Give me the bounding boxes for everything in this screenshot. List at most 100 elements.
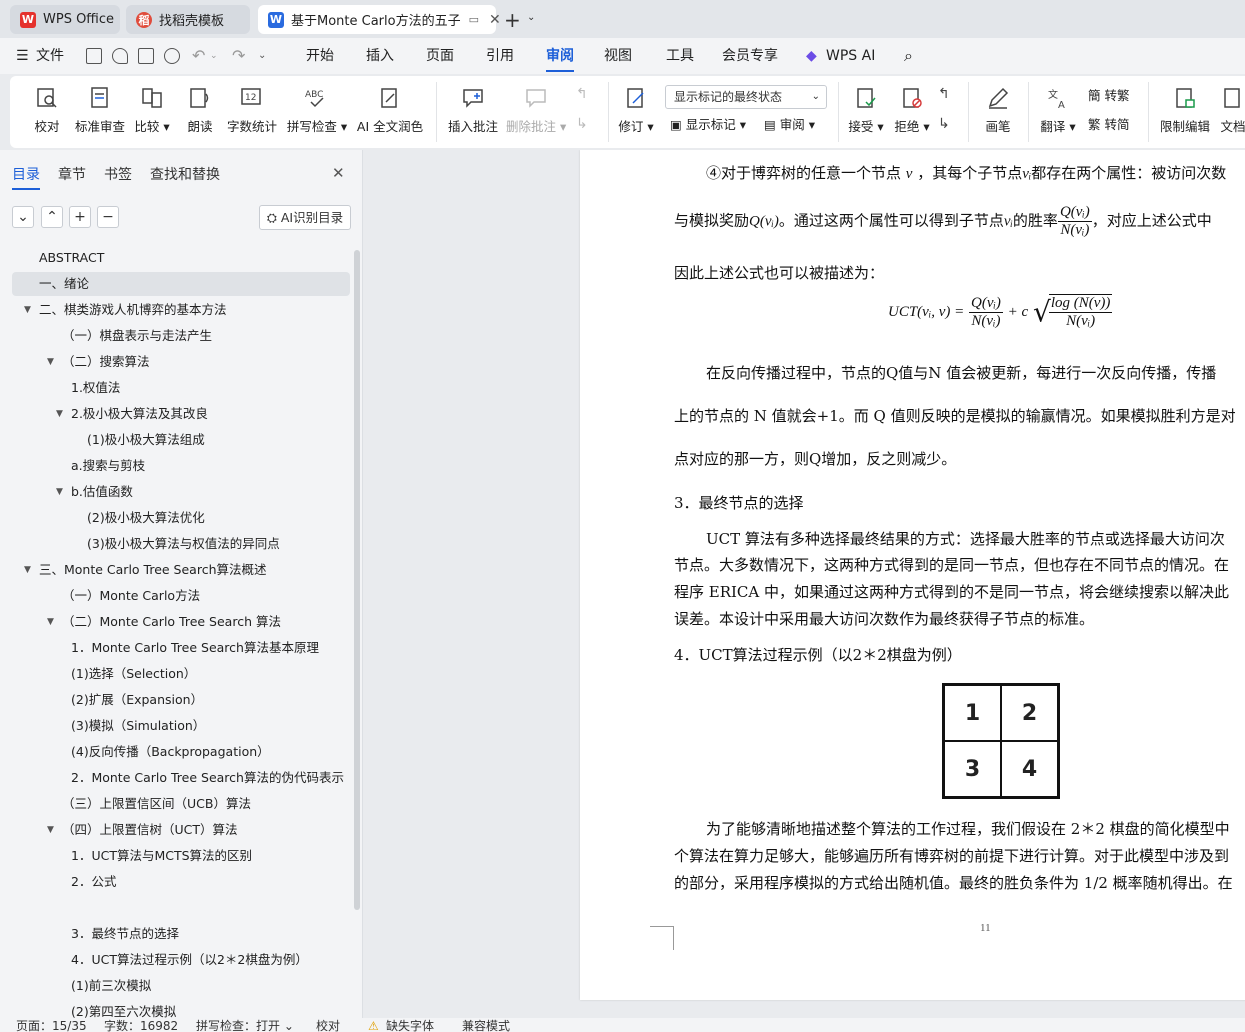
page-indicator[interactable]: 页面：15/35 <box>16 1019 87 1032</box>
toc-item[interactable]: ▼ 二、棋类游戏人机博弈的基本方法 <box>12 298 350 322</box>
markup-state-select[interactable]: 显示标记的最终状态 ⌄ <box>665 85 827 109</box>
panel-tab-sections[interactable]: 章节 <box>58 164 86 184</box>
toc-expand-arrow-icon[interactable]: ▼ <box>47 350 59 374</box>
toc-item[interactable]: a.搜索与剪枝 <box>12 454 350 478</box>
collapse-button[interactable]: ⌄ <box>12 206 34 228</box>
toc-item[interactable]: (3)模拟（Simulation） <box>12 714 350 738</box>
panel-tab-bookmarks[interactable]: 书签 <box>104 164 132 184</box>
document-page[interactable]: ④对于博弈树的任意一个节点 v ，其每个子节点vᵢ都存在两个属性：被访问次数 与… <box>580 150 1245 1000</box>
toc-expand-arrow-icon[interactable]: ▼ <box>47 610 59 634</box>
toc-item[interactable]: ▼ 三、Monte Carlo Tree Search算法概述 <box>12 558 350 582</box>
missing-font-status[interactable]: 缺失字体 <box>386 1019 434 1032</box>
toc-item[interactable]: （三）上限置信区间（UCB）算法 <box>12 792 350 816</box>
pen-button[interactable]: 画笔 <box>978 76 1018 148</box>
menu-tools[interactable]: 工具 <box>666 38 694 74</box>
menu-references[interactable]: 引用 <box>486 38 514 74</box>
toc-item[interactable]: 2．公式 <box>12 870 350 894</box>
menu-page[interactable]: 页面 <box>426 38 454 74</box>
menu-review[interactable]: 审阅 <box>546 38 574 74</box>
tab-template[interactable]: 稻 找稻壳模板 <box>126 5 250 34</box>
toc-item[interactable]: 2．Monte Carlo Tree Search算法的伪代码表示 <box>12 766 350 790</box>
new-tab-icon[interactable]: + <box>504 8 521 32</box>
save-icon[interactable] <box>86 48 102 64</box>
expand-button[interactable]: ⌃ <box>41 206 63 228</box>
export-icon[interactable] <box>112 48 128 64</box>
show-markup-button[interactable]: ▣ 显示标记 ▾ <box>670 114 746 136</box>
tab-document[interactable]: W 基于Monte Carlo方法的五子 ▭ ✕ <box>258 5 501 34</box>
to-simplified-button[interactable]: 繁 转简 <box>1088 114 1130 136</box>
toc-item[interactable]: ABSTRACT <box>12 246 350 270</box>
menu-wps-ai[interactable]: WPS AI <box>826 38 875 74</box>
proof-status[interactable]: 校对 <box>316 1019 340 1032</box>
tab-wps-office[interactable]: W WPS Office <box>10 5 120 34</box>
document-button[interactable]: 文档 <box>1218 76 1245 148</box>
toc-item[interactable]: (1)极小极大算法组成 <box>12 428 350 452</box>
toc-item[interactable]: （一）棋盘表示与走法产生 <box>12 324 350 348</box>
restrict-edit-button[interactable]: 限制编辑 <box>1156 76 1214 148</box>
redo-icon[interactable]: ↷ <box>232 38 245 74</box>
panel-tab-find-replace[interactable]: 查找和替换 <box>150 164 220 184</box>
insert-comment-button[interactable]: 插入批注 <box>446 76 500 148</box>
ai-proof-button[interactable]: AI 全文润色 <box>356 76 424 148</box>
previous-change-icon[interactable]: ↰ <box>938 86 950 102</box>
previous-comment-icon[interactable]: ↰ <box>576 86 588 102</box>
toc-item[interactable]: ▼ （二）搜索算法 <box>12 350 350 374</box>
close-panel-icon[interactable]: ✕ <box>332 164 345 182</box>
toc-item[interactable]: （一）Monte Carlo方法 <box>12 584 350 608</box>
spell-check-button[interactable]: ABC 拼写检查 ▾ <box>286 76 348 148</box>
search-icon[interactable]: ⌕ <box>904 38 913 74</box>
close-tab-icon[interactable]: ✕ <box>489 12 501 28</box>
toc-item[interactable]: (3)极小极大算法与权值法的异同点 <box>12 532 350 556</box>
print-icon[interactable] <box>138 48 154 64</box>
undo-icon[interactable]: ↶ <box>192 38 205 74</box>
toc-item[interactable]: ▼ （四）上限置信树（UCT）算法 <box>12 818 350 842</box>
word-count-button[interactable]: 12 字数统计 <box>226 76 278 148</box>
chevron-down-icon[interactable]: ⌄ <box>527 12 535 23</box>
toc-item[interactable]: (4)反向传播（Backpropagation） <box>12 740 350 764</box>
toc-item[interactable]: 1．Monte Carlo Tree Search算法基本原理 <box>12 636 350 660</box>
standard-review-button[interactable]: 标准审查 <box>72 76 128 148</box>
toc-item[interactable]: (2)扩展（Expansion） <box>12 688 350 712</box>
ai-recognize-toc-button[interactable]: ⛭ AI识别目录 <box>259 205 351 230</box>
toc-item[interactable]: (2)极小极大算法优化 <box>12 506 350 530</box>
menu-file[interactable]: 文件 <box>36 38 64 74</box>
menu-view[interactable]: 视图 <box>604 38 632 74</box>
accept-button[interactable]: 接受 ▾ <box>846 76 886 148</box>
spell-check-status[interactable]: 拼写检查：打开 ⌄ <box>196 1019 294 1032</box>
toc-item[interactable]: 一、绪论 <box>12 272 350 296</box>
menu-member[interactable]: 会员专享 <box>722 38 778 74</box>
word-count-status[interactable]: 字数：16982 <box>104 1019 178 1032</box>
menu-insert[interactable]: 插入 <box>366 38 394 74</box>
scroll-thumb[interactable] <box>354 250 360 910</box>
toc-scrollbar[interactable] <box>354 250 360 1010</box>
remove-heading-button[interactable]: − <box>97 206 119 228</box>
panel-tab-toc[interactable]: 目录 <box>12 164 40 190</box>
read-aloud-button[interactable]: 朗读 <box>180 76 220 148</box>
toc-item[interactable]: ▼ （二）Monte Carlo Tree Search 算法 <box>12 610 350 634</box>
toc-expand-arrow-icon[interactable]: ▼ <box>56 402 68 426</box>
print-preview-icon[interactable] <box>164 48 180 64</box>
next-comment-icon[interactable]: ↳ <box>576 116 588 132</box>
toc-expand-arrow-icon[interactable]: ▼ <box>47 818 59 842</box>
proofread-button[interactable]: 校对 <box>28 76 66 148</box>
review-pane-button[interactable]: ▤ 审阅 ▾ <box>764 114 815 136</box>
toc-item[interactable]: (1)前三次模拟 <box>12 974 350 998</box>
toc-item[interactable]: ▼ b.估值函数 <box>12 480 350 504</box>
toc-item[interactable]: (2)第四至六次模拟 <box>12 1000 350 1018</box>
delete-comment-button[interactable]: 删除批注 ▾ <box>506 76 566 148</box>
reject-button[interactable]: 拒绝 ▾ <box>892 76 932 148</box>
toc-item[interactable]: ▼ 2.极小极大算法及其改良 <box>12 402 350 426</box>
hamburger-icon[interactable]: ☰ <box>16 38 29 74</box>
toc-item[interactable]: 3．最终节点的选择 <box>12 922 350 946</box>
toc-item[interactable]: 4．UCT算法过程示例（以2＊2棋盘为例） <box>12 948 350 972</box>
toc-item[interactable]: (1)选择（Selection） <box>12 662 350 686</box>
toc-expand-arrow-icon[interactable]: ▼ <box>24 558 36 582</box>
translate-button[interactable]: 文A 翻译 ▾ <box>1038 76 1078 148</box>
toc-expand-arrow-icon[interactable]: ▼ <box>56 480 68 504</box>
compare-button[interactable]: 比较 ▾ <box>132 76 172 148</box>
toc-item[interactable]: 1.权值法 <box>12 376 350 400</box>
document-canvas[interactable]: ④对于博弈树的任意一个节点 v ，其每个子节点vᵢ都存在两个属性：被访问次数 与… <box>364 150 1245 1018</box>
toc-expand-arrow-icon[interactable]: ▼ <box>24 298 36 322</box>
toc-item[interactable] <box>12 896 350 920</box>
quick-access-more-icon[interactable]: ⌄ <box>258 38 266 74</box>
